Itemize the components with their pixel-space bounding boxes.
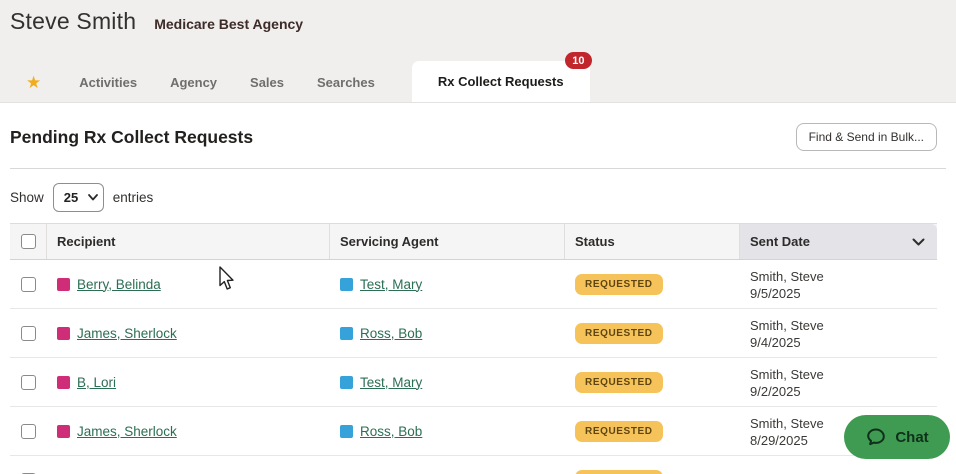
recipient-link[interactable]: Berry, Belinda: [77, 277, 161, 292]
table-row: Johnson, Timmy Ross, Bob REQUESTED Smith…: [10, 456, 937, 474]
recipient-link[interactable]: James, Sherlock: [77, 326, 177, 341]
agent-cell: Test, Mary: [330, 277, 565, 292]
agent-link[interactable]: Ross, Bob: [360, 326, 422, 341]
table-row: B, Lori Test, Mary REQUESTED Smith, Stev…: [10, 358, 937, 407]
agency-name: Medicare Best Agency: [154, 16, 304, 32]
page-size-select[interactable]: 25: [52, 183, 104, 212]
agent-color-swatch: [340, 424, 353, 438]
row-checkbox[interactable]: [21, 423, 36, 439]
select-all-cell: [10, 224, 47, 259]
chat-bubble-icon: [867, 428, 886, 446]
row-checkbox-cell: [10, 325, 47, 341]
sent-date-header-label: Sent Date: [750, 234, 810, 249]
status-badge: REQUESTED: [575, 469, 663, 474]
sent-date-cell: Smith, Steve 9/4/2025: [740, 315, 937, 351]
agent-color-swatch: [340, 375, 353, 389]
recipient-link[interactable]: James, Sherlock: [77, 424, 177, 439]
sent-date-cell: Smith, Steve: [740, 471, 937, 474]
row-checkbox[interactable]: [21, 374, 36, 390]
recipient-link[interactable]: B, Lori: [77, 375, 116, 390]
status-cell: REQUESTED: [565, 273, 740, 295]
recipient-cell: Berry, Belinda: [47, 277, 330, 292]
tab-agency[interactable]: Agency: [170, 75, 217, 90]
agent-cell: Ross, Bob: [330, 326, 565, 341]
pending-count-badge: 10: [565, 52, 592, 69]
sent-date: 9/4/2025: [750, 335, 801, 350]
row-checkbox-cell: [10, 276, 47, 292]
sent-date: 9/5/2025: [750, 286, 801, 301]
status-badge: REQUESTED: [575, 273, 663, 295]
page-head: Pending Rx Collect Requests Find & Send …: [0, 103, 956, 151]
sent-date: 9/2/2025: [750, 384, 801, 399]
favorites-star-icon[interactable]: ★: [26, 74, 41, 91]
agent-color-swatch: [340, 277, 353, 291]
page-size-select-wrap: 25: [52, 183, 104, 212]
table-row: James, Sherlock Ross, Bob REQUESTED Smit…: [10, 407, 937, 456]
status-badge: REQUESTED: [575, 371, 663, 393]
status-cell: REQUESTED: [565, 420, 740, 442]
recipient-color-swatch: [57, 326, 70, 340]
show-label: Show: [10, 190, 44, 205]
status-badge: REQUESTED: [575, 420, 663, 442]
page-title: Pending Rx Collect Requests: [10, 126, 254, 147]
agent-link[interactable]: Ross, Bob: [360, 424, 422, 439]
chat-button-label: Chat: [895, 428, 929, 446]
recipient-color-swatch: [57, 277, 70, 291]
column-header-recipient[interactable]: Recipient: [47, 224, 330, 259]
find-send-bulk-button[interactable]: Find & Send in Bulk...: [795, 123, 937, 151]
status-cell: REQUESTED: [565, 371, 740, 393]
status-cell: REQUESTED: [565, 469, 740, 474]
recipient-cell: James, Sherlock: [47, 326, 330, 341]
sent-date-cell: Smith, Steve 9/2/2025: [740, 364, 937, 400]
table-row: James, Sherlock Ross, Bob REQUESTED Smit…: [10, 309, 937, 358]
agent-cell: Test, Mary: [330, 375, 565, 390]
agent-color-swatch: [340, 326, 353, 340]
agent-cell: Ross, Bob: [330, 424, 565, 439]
row-checkbox-cell: [10, 374, 47, 390]
sent-by: Smith, Steve: [750, 318, 824, 333]
sent-date-cell: Smith, Steve 9/5/2025: [740, 266, 937, 302]
agent-link[interactable]: Test, Mary: [360, 277, 422, 292]
top-header: Steve Smith Medicare Best Agency ★ Activ…: [0, 0, 956, 103]
tab-rx-collect-requests-label: Rx Collect Requests: [437, 74, 564, 89]
row-checkbox-cell: [10, 423, 47, 439]
tab-bar: ★ Activities Agency Sales Searches Rx Co…: [0, 52, 592, 102]
column-header-servicing-agent[interactable]: Servicing Agent: [330, 224, 565, 259]
sort-chevron-down-icon: [912, 238, 925, 245]
sent-by: Smith, Steve: [750, 269, 824, 284]
recipient-color-swatch: [57, 375, 70, 389]
table-row: Berry, Belinda Test, Mary REQUESTED Smit…: [10, 260, 937, 309]
recipient-cell: B, Lori: [47, 375, 330, 390]
agent-link[interactable]: Test, Mary: [360, 375, 422, 390]
tab-rx-collect-requests[interactable]: Rx Collect Requests 10: [411, 52, 592, 102]
entries-control: Show 25 entries: [0, 169, 956, 212]
table-header-row: Recipient Servicing Agent Status Sent Da…: [10, 223, 937, 260]
tab-activities[interactable]: Activities: [79, 75, 137, 90]
chat-button[interactable]: Chat: [844, 415, 950, 459]
row-checkbox[interactable]: [21, 325, 36, 341]
identity-block: Steve Smith Medicare Best Agency: [0, 0, 956, 35]
status-cell: REQUESTED: [565, 322, 740, 344]
tab-sales[interactable]: Sales: [250, 75, 284, 90]
tab-searches[interactable]: Searches: [317, 75, 375, 90]
recipient-color-swatch: [57, 424, 70, 438]
row-checkbox[interactable]: [21, 276, 36, 292]
pending-requests-table: Recipient Servicing Agent Status Sent Da…: [10, 223, 937, 474]
entries-label: entries: [112, 190, 154, 205]
column-header-sent-date[interactable]: Sent Date: [740, 224, 937, 259]
recipient-cell: James, Sherlock: [47, 424, 330, 439]
sent-by: Smith, Steve: [750, 367, 824, 382]
user-name: Steve Smith: [10, 8, 137, 34]
status-badge: REQUESTED: [575, 322, 663, 344]
select-all-checkbox[interactable]: [20, 234, 36, 249]
column-header-status[interactable]: Status: [565, 224, 740, 259]
